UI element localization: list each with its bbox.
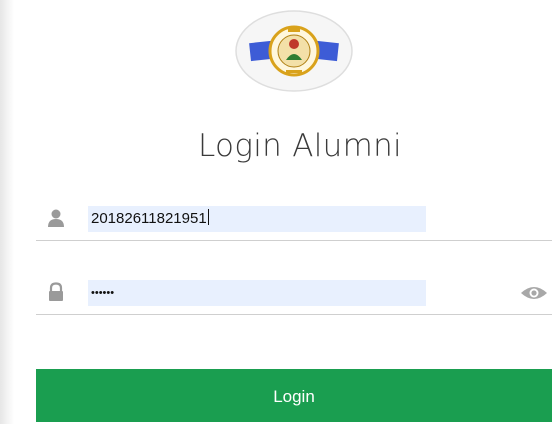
text-caret [207,209,209,225]
eye-icon[interactable] [520,284,548,302]
username-row: 20182611821951 [36,196,552,241]
password-row: •••••• [36,270,552,315]
page-title: Login Alumni [198,128,402,164]
login-button[interactable]: Login [36,369,552,422]
password-input[interactable]: •••••• [88,280,426,306]
lock-icon [46,282,66,302]
login-page: Login Alumni 20182611821951 •••••• Login [0,0,552,424]
institution-logo [230,8,358,94]
user-icon [46,208,66,228]
username-input[interactable]: 20182611821951 [88,206,426,232]
password-value: •••••• [91,287,115,299]
username-value: 20182611821951 [91,210,207,227]
page-edge-shadow [0,0,14,424]
